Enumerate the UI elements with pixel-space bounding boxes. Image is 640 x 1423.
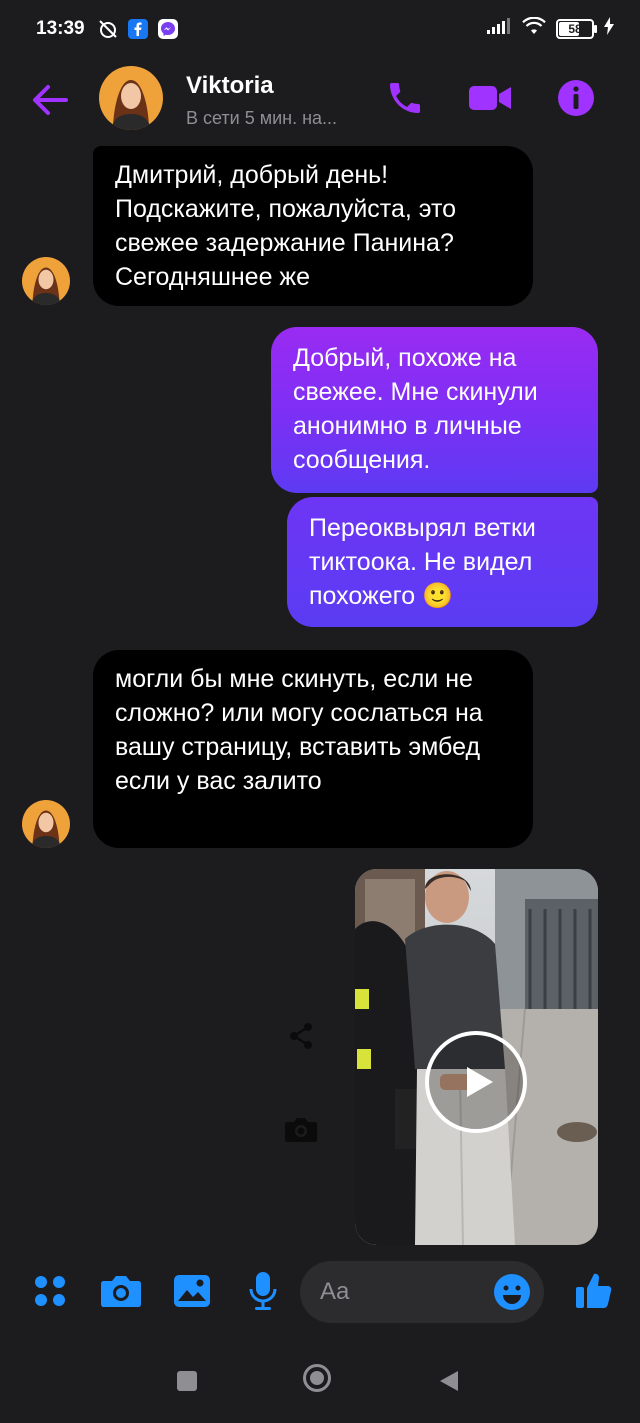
info-icon <box>558 80 594 116</box>
status-system-icons: 58 <box>486 16 614 40</box>
contact-avatar[interactable] <box>99 66 163 130</box>
facebook-icon <box>127 18 149 45</box>
back-button[interactable] <box>30 80 70 120</box>
microphone-icon <box>249 1272 277 1310</box>
info-button[interactable] <box>554 76 598 120</box>
share-icon <box>290 1023 312 1049</box>
back-arrow-icon <box>33 85 68 115</box>
play-icon <box>467 1067 493 1097</box>
recents-button[interactable] <box>177 1371 197 1391</box>
back-nav-button[interactable] <box>438 1369 460 1398</box>
image-icon <box>174 1275 210 1307</box>
signal-icon <box>486 17 512 40</box>
save-media-button[interactable] <box>283 1112 319 1148</box>
status-time: 13:39 <box>36 18 85 39</box>
nav-back-icon <box>440 1371 458 1391</box>
contact-presence: В сети 5 мин. на... <box>186 108 338 128</box>
contact-name[interactable]: Viktoria <box>186 72 274 100</box>
call-button[interactable] <box>383 76 427 120</box>
apps-grid-icon <box>35 1276 65 1306</box>
thumbs-up-icon <box>576 1273 612 1308</box>
apps-button[interactable] <box>28 1269 72 1313</box>
camera-icon <box>101 1276 141 1307</box>
message-text: Переоквырял ветки тиктоока. Не видел пох… <box>309 514 536 610</box>
message-avatar[interactable] <box>22 800 70 848</box>
status-notification-icons <box>97 17 179 45</box>
message-avatar[interactable] <box>22 257 70 305</box>
charging-icon <box>604 17 614 40</box>
share-button[interactable] <box>283 1018 319 1054</box>
emoji-button[interactable] <box>490 1270 534 1314</box>
message-bubble-incoming[interactable]: могли бы мне скинуть, если не сложно? ил… <box>93 650 533 848</box>
battery-icon: 58 <box>556 18 597 39</box>
gallery-button[interactable] <box>170 1269 214 1313</box>
like-button[interactable] <box>572 1268 616 1312</box>
message-bubble-outgoing[interactable]: Переоквырял ветки тиктоока. Не видел пох… <box>287 497 598 627</box>
system-nav-bar <box>0 1340 640 1423</box>
message-text: могли бы мне скинуть, если не сложно? ил… <box>115 665 483 795</box>
camera-icon <box>285 1118 317 1142</box>
video-camera-icon <box>469 86 511 110</box>
alarm-off-icon <box>97 18 119 45</box>
message-bubble-incoming[interactable]: Дмитрий, добрый день! Подскажите, пожалу… <box>93 146 533 306</box>
home-button[interactable] <box>303 1364 331 1392</box>
message-input-placeholder: Aa <box>320 1278 350 1305</box>
video-call-button[interactable] <box>468 76 512 120</box>
camera-button[interactable] <box>99 1269 143 1313</box>
play-button[interactable] <box>425 1031 527 1133</box>
video-message[interactable] <box>355 869 598 1245</box>
phone-icon <box>390 83 420 113</box>
status-bar: 13:39 58 <box>0 0 640 60</box>
message-bubble-outgoing[interactable]: Добрый, похоже на свежее. Мне скинули ан… <box>271 327 598 493</box>
message-text: Дмитрий, добрый день! Подскажите, пожалу… <box>115 161 457 291</box>
wifi-icon <box>522 16 546 40</box>
emoji-icon <box>494 1274 530 1310</box>
battery-level: 58 <box>568 21 582 36</box>
messenger-icon <box>157 18 179 45</box>
voice-button[interactable] <box>241 1269 285 1313</box>
message-text: Добрый, похоже на свежее. Мне скинули ан… <box>293 344 538 474</box>
